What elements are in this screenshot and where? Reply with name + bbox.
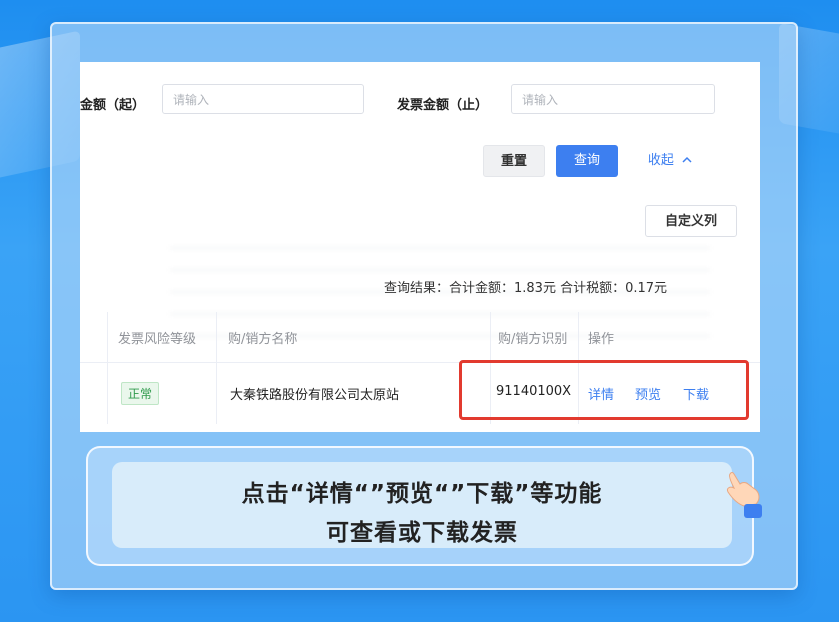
table-header: 发票风险等级 购/销方名称 购/销方识别 操作 [80, 312, 760, 363]
column-divider [216, 362, 217, 424]
column-divider [490, 312, 491, 362]
reset-button[interactable]: 重置 [483, 145, 545, 177]
amount-from-label: 金额（起） [80, 98, 146, 113]
amount-to-input[interactable]: 请输入 [511, 84, 715, 114]
caption-line-2: 可查看或下载发票 [326, 520, 518, 546]
risk-status-badge: 正常 [121, 382, 160, 405]
header-operations: 操作 [588, 332, 615, 347]
party-name-cell: 大秦铁路股份有限公司太原站 [230, 388, 400, 403]
column-divider [107, 312, 108, 362]
query-button[interactable]: 查询 [556, 145, 618, 177]
caption-line-1: 点击“详情“”预览“”下载”等功能 [241, 481, 603, 507]
amount-from-placeholder: 请输入 [173, 93, 210, 107]
column-divider [107, 362, 108, 424]
highlight-box [459, 360, 749, 420]
amount-to-placeholder: 请输入 [522, 93, 559, 107]
header-party-name: 购/销方名称 [228, 332, 298, 347]
pointing-hand-icon [722, 470, 768, 520]
column-divider [578, 312, 579, 362]
chevron-up-icon [682, 145, 692, 177]
header-party-taxid: 购/销方识别 [498, 332, 568, 347]
collapse-button[interactable]: 收起 [640, 145, 700, 177]
header-risk-level: 发票风险等级 [118, 332, 197, 347]
custom-columns-button[interactable]: 自定义列 [645, 205, 737, 237]
amount-from-input[interactable]: 请输入 [162, 84, 364, 114]
result-summary: 查询结果：合计金额：1.83元 合计税额：0.17元 [384, 281, 668, 296]
column-divider [216, 312, 217, 362]
collapse-label: 收起 [647, 153, 674, 168]
amount-to-label: 发票金额（止） [397, 98, 489, 113]
